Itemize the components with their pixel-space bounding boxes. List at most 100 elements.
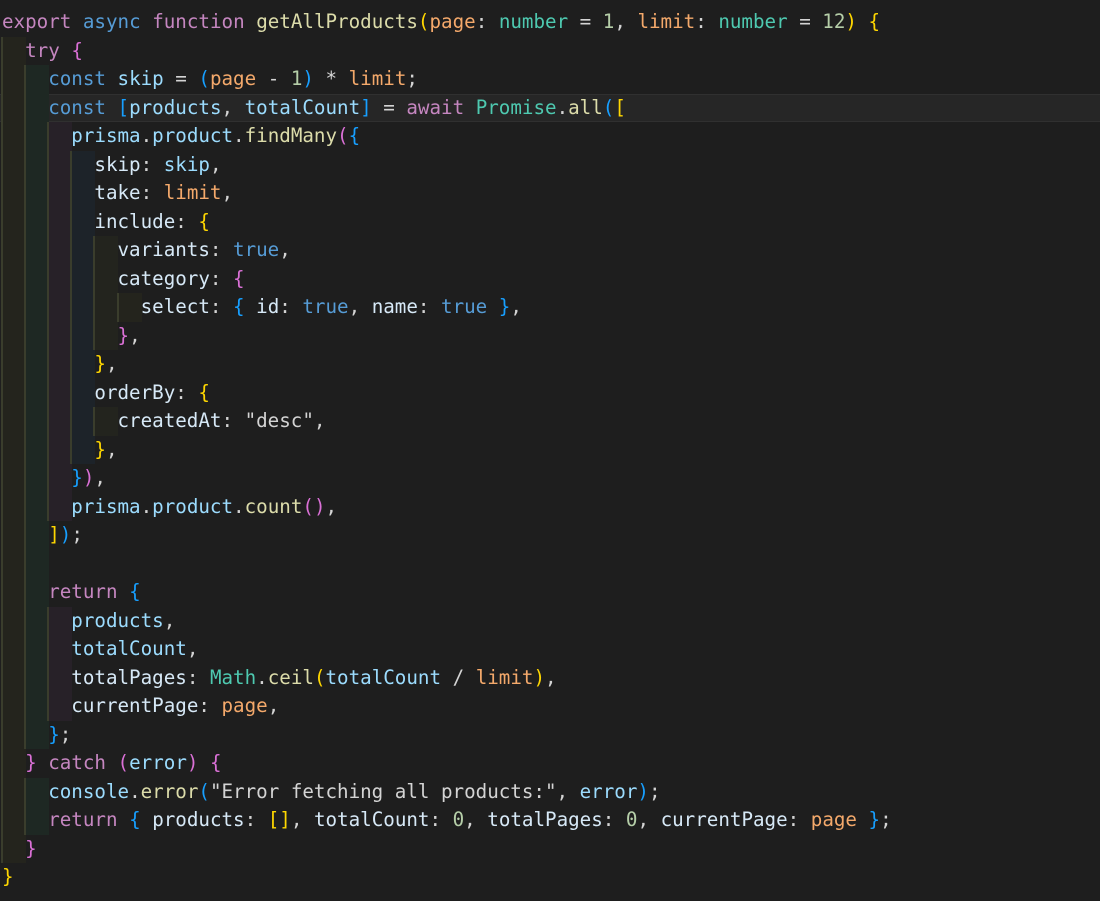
indent-guide xyxy=(70,150,96,179)
indent-guide xyxy=(47,122,73,151)
code-token: } xyxy=(71,466,83,489)
code-token: : xyxy=(140,181,164,204)
code-token: , xyxy=(163,608,176,632)
code-line[interactable]: ]); xyxy=(0,521,1100,550)
code-token: : xyxy=(209,266,234,290)
indent-guide xyxy=(93,236,119,265)
indent-guide xyxy=(1,350,27,379)
code-text: const skip = (page - 1) * limit; xyxy=(48,65,418,94)
code-token: 12 xyxy=(822,10,846,33)
code-line[interactable]: }, xyxy=(0,321,1100,350)
code-token: ; xyxy=(71,523,83,546)
code-line[interactable]: console.error("Error fetching all produc… xyxy=(0,777,1100,806)
indent-guide xyxy=(24,65,50,94)
indent-guide xyxy=(24,777,50,806)
code-line[interactable]: const skip = (page - 1) * limit; xyxy=(0,65,1100,94)
indent-guide xyxy=(70,321,96,350)
code-line[interactable]: return { xyxy=(0,578,1100,607)
code-token: "desc" xyxy=(244,409,314,432)
indent-guide xyxy=(47,207,73,236)
code-token: { xyxy=(71,38,83,62)
code-text: }, xyxy=(94,350,117,379)
code-token: , xyxy=(637,808,661,831)
code-token: . xyxy=(140,494,153,518)
code-token: } xyxy=(48,722,60,746)
indent-guide xyxy=(47,179,73,208)
code-line[interactable]: products, xyxy=(0,606,1100,635)
code-token: currentPage xyxy=(71,694,199,717)
indent-guide xyxy=(24,207,50,236)
code-line[interactable]: }; xyxy=(0,720,1100,750)
code-line[interactable]: }, xyxy=(0,350,1100,379)
code-token: products xyxy=(152,808,245,831)
code-token: { xyxy=(198,380,210,404)
code-text: currentPage: page, xyxy=(71,692,279,721)
code-token: ) xyxy=(82,466,95,489)
code-text: }), xyxy=(71,464,106,493)
indent-guide xyxy=(24,150,50,179)
code-token: id xyxy=(256,295,280,318)
code-line[interactable]: createdAt: "desc", xyxy=(0,407,1100,436)
indent-guide xyxy=(47,293,73,322)
code-line[interactable]: prisma.product.count(), xyxy=(0,492,1100,521)
code-line[interactable]: orderBy: { xyxy=(0,378,1100,407)
code-line[interactable]: select: { id: true, name: true }, xyxy=(0,293,1100,322)
code-token: name xyxy=(371,295,418,318)
code-line[interactable]: category: { xyxy=(0,264,1100,293)
code-line[interactable]: } xyxy=(0,834,1100,863)
code-token: currentPage xyxy=(660,808,788,831)
code-token: } xyxy=(25,751,37,774)
indent-guide xyxy=(1,549,27,578)
code-line[interactable]: prisma.product.findMany({ xyxy=(0,122,1100,151)
indent-guide xyxy=(24,663,50,692)
code-line[interactable]: take: limit, xyxy=(0,179,1100,208)
code-token: . xyxy=(233,124,245,147)
code-editor[interactable]: export async function getAllProducts(pag… xyxy=(0,0,1100,901)
code-line[interactable]: totalCount, xyxy=(0,635,1100,664)
indent-guide xyxy=(47,350,73,379)
code-token: select xyxy=(140,295,210,318)
indent-guide xyxy=(1,492,27,521)
code-token: . xyxy=(140,124,153,147)
code-line[interactable]: totalPages: Math.ceil(totalCount / limit… xyxy=(0,663,1100,692)
code-line[interactable]: try { xyxy=(0,36,1100,65)
code-line[interactable]: currentPage: page, xyxy=(0,692,1100,721)
code-line[interactable]: export async function getAllProducts(pag… xyxy=(0,8,1100,37)
code-line[interactable]: } catch (error) { xyxy=(0,749,1100,778)
code-token: totalPages xyxy=(71,665,187,689)
code-token: Math xyxy=(209,665,257,689)
code-token: 1 xyxy=(290,67,303,90)
code-token: true xyxy=(233,238,280,261)
indent-guide xyxy=(47,606,73,635)
code-token: , xyxy=(221,95,245,119)
code-line[interactable]: } xyxy=(0,863,1100,892)
code-token: ) xyxy=(186,751,199,774)
code-token: product xyxy=(152,494,234,518)
code-token: , xyxy=(129,323,141,347)
code-token: totalCount xyxy=(325,665,442,689)
indent-guide xyxy=(47,407,73,436)
code-line[interactable]: }, xyxy=(0,435,1100,464)
indent-guide xyxy=(1,150,27,179)
code-line[interactable]: }), xyxy=(0,464,1100,493)
code-line[interactable]: variants: true, xyxy=(0,236,1100,265)
code-text: }; xyxy=(48,721,71,750)
code-line[interactable] xyxy=(0,549,1100,578)
code-line[interactable]: include: { xyxy=(0,207,1100,236)
indent-guide xyxy=(47,435,73,464)
indent-guide xyxy=(70,293,96,322)
indent-guide xyxy=(1,578,27,607)
code-line[interactable]: return { products: [], totalCount: 0, to… xyxy=(0,806,1100,835)
code-token: products xyxy=(71,608,164,632)
code-line[interactable]: skip: skip, xyxy=(0,150,1100,179)
indent-guide xyxy=(70,236,96,265)
code-token: 1 xyxy=(602,10,615,33)
code-line[interactable]: const [products, totalCount] = await Pro… xyxy=(0,93,1100,122)
code-token: : xyxy=(695,10,719,33)
code-token: , xyxy=(290,808,314,831)
